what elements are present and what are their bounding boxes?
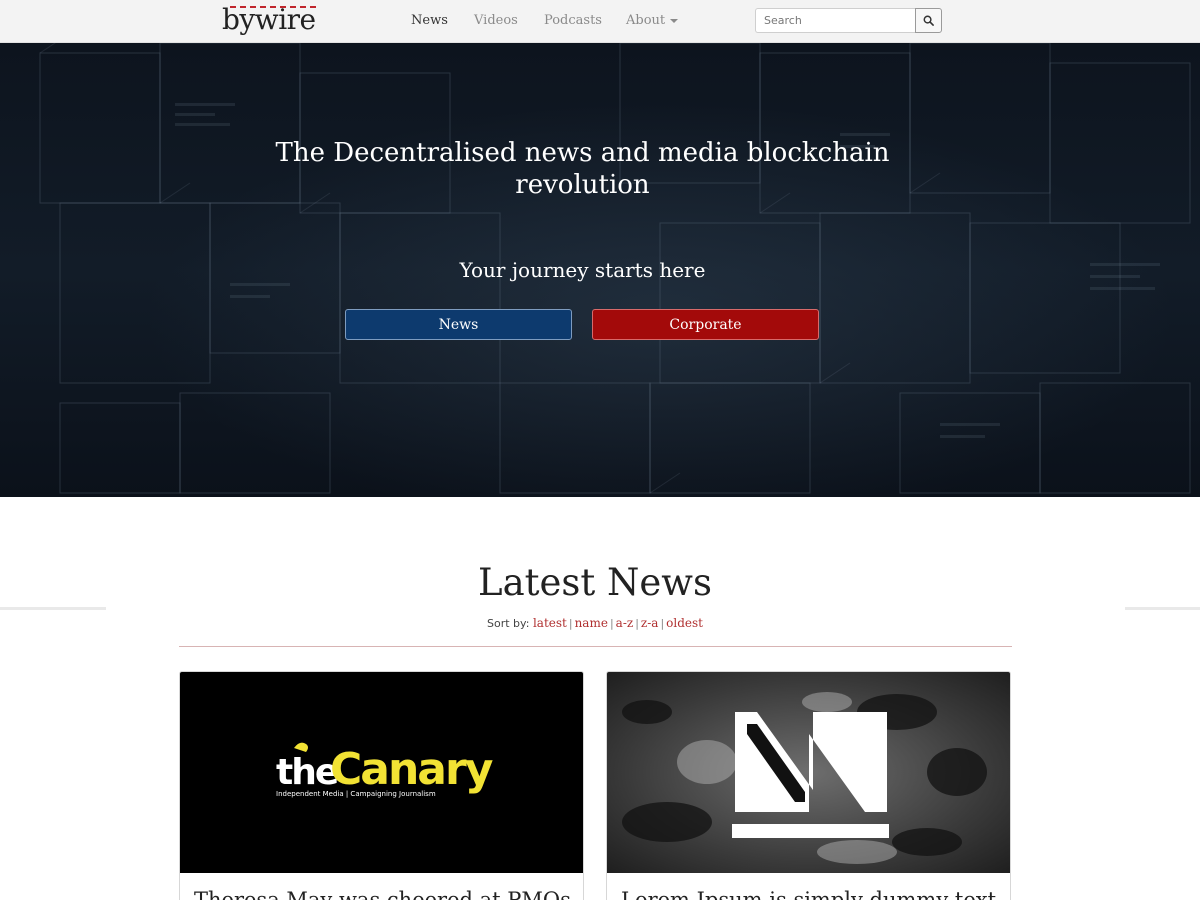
sort-oldest-link[interactable]: oldest xyxy=(666,616,703,630)
sort-z-a-link[interactable]: z-a xyxy=(641,616,659,630)
latest-news-heading: Latest News xyxy=(478,561,712,604)
hero-news-button[interactable]: News xyxy=(345,309,572,340)
hero-subtitle: Your journey starts here xyxy=(459,258,706,282)
bywire-logo[interactable]: bywire xyxy=(222,4,322,38)
hero-banner: The Decentralised news and media blockch… xyxy=(0,43,1200,497)
nav-link-about-label: About xyxy=(626,13,666,28)
search-input[interactable] xyxy=(755,8,916,33)
search-button[interactable] xyxy=(915,8,942,33)
sort-label: Sort by: xyxy=(487,617,530,630)
nav-link-videos[interactable]: Videos xyxy=(474,13,518,29)
nav-dropdown-about[interactable]: About xyxy=(626,13,679,29)
top-navbar: bywire News Videos Podcasts About xyxy=(0,0,1200,43)
sort-a-z-link[interactable]: a-z xyxy=(616,616,634,630)
canary-logo-tagline: Independent Media | Campaigning Journali… xyxy=(276,790,436,798)
nav-link-podcasts[interactable]: Podcasts xyxy=(544,13,602,29)
sort-bar: Sort by: latest | name | a-z | z-a | oldest xyxy=(487,616,703,630)
the-canary-logo-image: the Canary Independent Media | Campaigni… xyxy=(180,672,583,873)
news-card[interactable]: Lorem Ipsum is simply dummy text... xyxy=(606,671,1011,900)
decorative-line-right xyxy=(1125,607,1200,610)
news-card[interactable]: the Canary Independent Media | Campaigni… xyxy=(179,671,584,900)
hero-title: The Decentralised news and media blockch… xyxy=(275,138,890,200)
section-divider xyxy=(179,646,1012,647)
caret-down-icon xyxy=(670,18,679,23)
sort-latest-link[interactable]: latest xyxy=(533,616,567,630)
news-card-title[interactable]: Theresa May was cheered at PMQs... xyxy=(194,887,574,900)
search-icon xyxy=(923,15,934,26)
logo-text: bywire xyxy=(222,3,316,36)
decorative-line-left xyxy=(0,607,106,610)
hero-corporate-button[interactable]: Corporate xyxy=(592,309,819,340)
nav-link-news[interactable]: News xyxy=(411,13,448,29)
news-card-title[interactable]: Lorem Ipsum is simply dummy text... xyxy=(621,887,1001,900)
n-logo-image xyxy=(607,672,1010,873)
sort-name-link[interactable]: name xyxy=(575,616,608,630)
canary-logo-word1: the xyxy=(276,752,338,793)
canary-logo-word2: Canary xyxy=(330,744,493,795)
